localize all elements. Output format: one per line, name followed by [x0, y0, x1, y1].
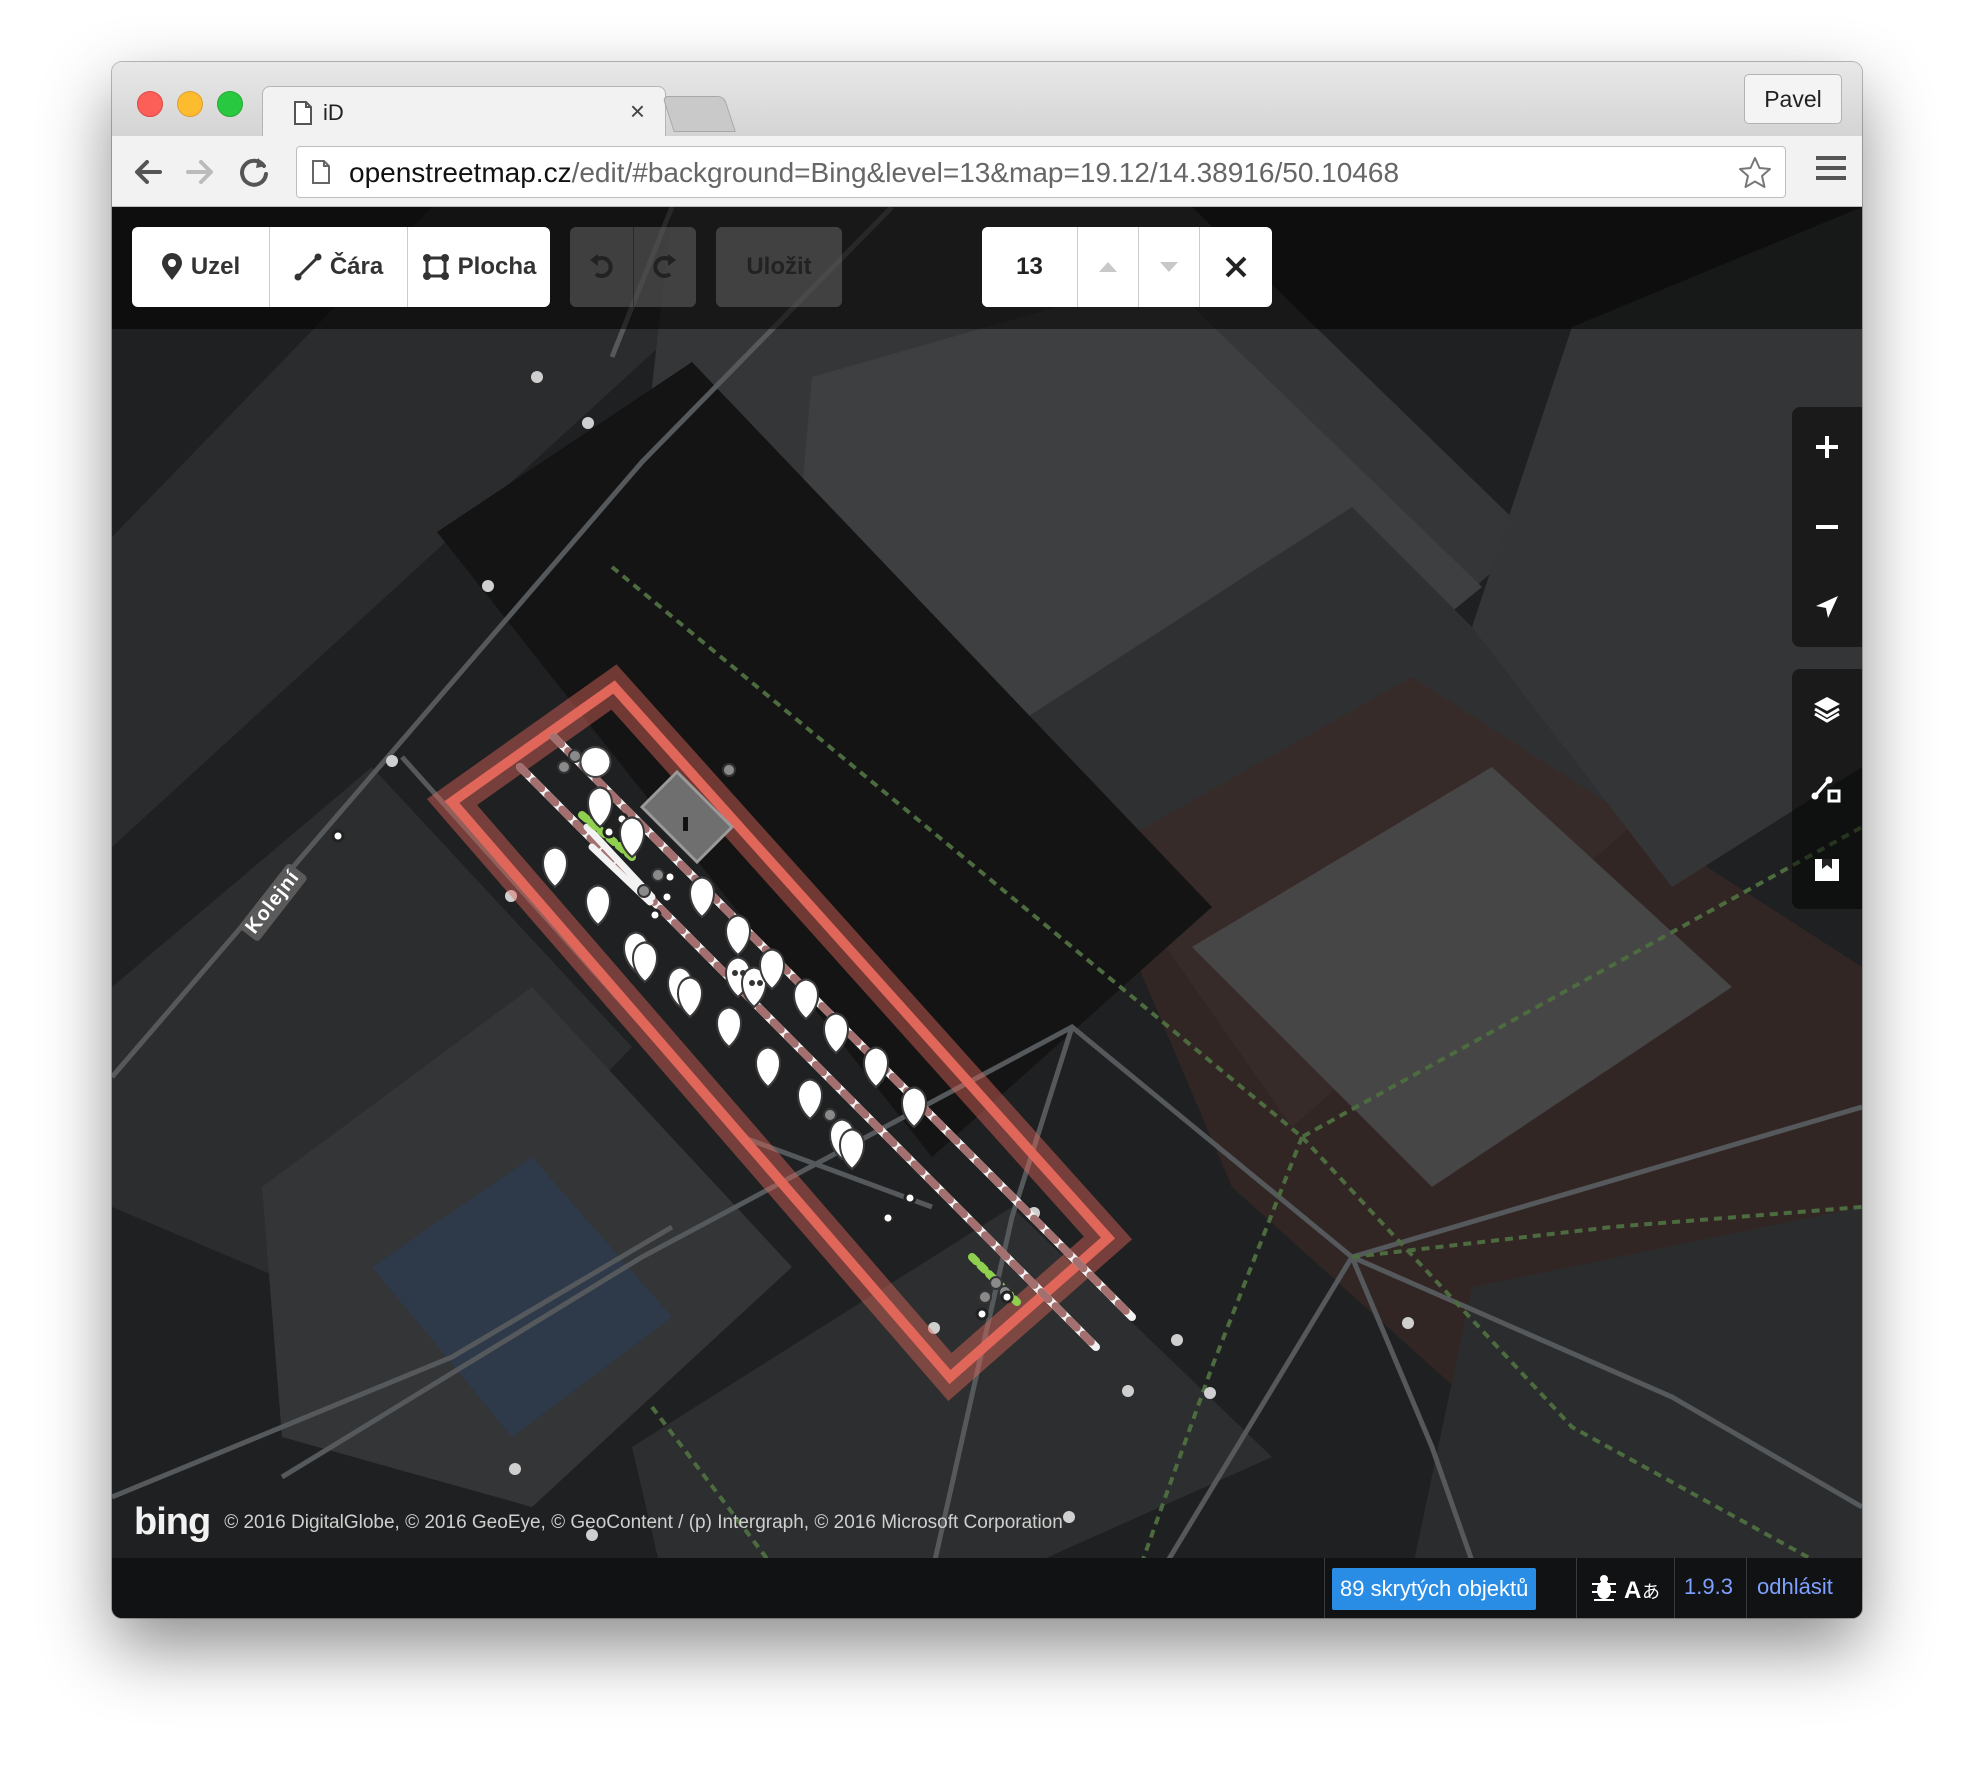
level-control [982, 227, 1272, 307]
zoom-in-button[interactable] [1792, 407, 1862, 487]
hamburger-menu-icon[interactable] [1816, 154, 1846, 182]
document-icon [294, 101, 312, 125]
layers-icon [1814, 697, 1840, 723]
tab-bar: iD × Pavel [112, 62, 1862, 138]
bug-icon[interactable] [1592, 1575, 1616, 1601]
tab-title: iD [323, 100, 344, 125]
back-arrow-icon[interactable] [128, 152, 168, 192]
footer-divider [1746, 1558, 1747, 1618]
geolocate-icon [1816, 596, 1838, 618]
level-input[interactable] [982, 227, 1078, 307]
svg-text:あ: あ [1642, 1582, 1660, 1603]
page-icon [312, 160, 330, 184]
zoom-out-button[interactable] [1792, 487, 1862, 567]
imagery-attribution: bing © 2016 DigitalGlobe, © 2016 GeoEye,… [134, 1501, 1063, 1544]
level-up-button[interactable] [1078, 227, 1139, 307]
zoom-in-icon [1816, 436, 1838, 458]
translate-icon[interactable]: A あ [1624, 1577, 1660, 1604]
help-icon [1815, 859, 1839, 881]
footer-icons: A あ [1592, 1575, 1660, 1604]
footer-divider [1324, 1558, 1325, 1618]
url-path: /edit/#background=Bing&level=13&map=19.1… [571, 157, 1400, 188]
map-canvas[interactable]: Uzel Čára Plocha Uložit 13 Kolejní bing … [112, 207, 1862, 1618]
profile-button[interactable]: Pavel [1744, 74, 1842, 124]
level-down-button[interactable] [1139, 227, 1200, 307]
svg-text:A: A [1624, 1577, 1641, 1604]
logout-link[interactable]: odhlásit [1757, 1574, 1833, 1600]
new-tab-button[interactable] [662, 96, 736, 132]
reload-icon[interactable] [234, 152, 274, 192]
star-icon[interactable] [1737, 155, 1773, 191]
area-icon [422, 254, 449, 280]
bing-logo: bing [134, 1501, 211, 1543]
browser-tab[interactable]: iD × [262, 86, 666, 138]
maximize-window-button[interactable] [217, 91, 243, 117]
background-layers-button[interactable] [1792, 669, 1862, 749]
map-data-button[interactable] [1792, 749, 1862, 829]
footer-divider [1674, 1558, 1675, 1618]
hidden-features-badge[interactable]: 89 skrytých objektů [1332, 1568, 1537, 1610]
add-area-button[interactable]: Plocha [408, 227, 550, 307]
help-button[interactable] [1792, 829, 1862, 909]
line-icon [294, 253, 322, 281]
undo-redo-buttons [570, 227, 696, 307]
map-data-icon [1811, 776, 1841, 803]
url-text: openstreetmap.cz/edit/#background=Bing&l… [349, 157, 1399, 189]
redo-icon [653, 254, 676, 278]
undo-button[interactable] [570, 227, 634, 307]
chevron-down-icon [1160, 262, 1178, 272]
map-panels-controls [1792, 669, 1862, 909]
add-line-label: Čára [329, 253, 384, 280]
add-line-button[interactable]: Čára [270, 227, 408, 307]
url-host: openstreetmap.cz [349, 157, 572, 188]
close-window-button[interactable] [137, 91, 163, 117]
address-bar[interactable]: openstreetmap.cz/edit/#background=Bing&l… [296, 146, 1786, 198]
close-tab-icon[interactable]: × [630, 98, 645, 124]
browser-toolbar: openstreetmap.cz/edit/#background=Bing&l… [112, 136, 1862, 207]
redo-button[interactable] [634, 227, 697, 307]
poi-pins [541, 786, 928, 1171]
point-marker-icon [161, 253, 182, 280]
editor-footer: 89 skrytých objektů A あ 1.9.3 odhlásit [112, 1558, 1862, 1618]
save-button[interactable]: Uložit [716, 227, 842, 307]
browser-window: iD × Pavel openstreetmap.cz/edit/#backgr… [112, 62, 1862, 1618]
add-point-label: Uzel [190, 253, 241, 280]
chevron-up-icon [1099, 262, 1117, 272]
undo-icon [590, 254, 613, 278]
close-icon [1225, 256, 1247, 278]
footer-divider [1576, 1558, 1577, 1618]
zoom-out-icon [1816, 525, 1838, 529]
forward-arrow-icon[interactable] [180, 152, 220, 192]
editor-top-bar: Uzel Čára Plocha Uložit 13 [112, 207, 1862, 329]
attribution-text: © 2016 DigitalGlobe, © 2016 GeoEye, © Ge… [224, 1511, 1063, 1533]
add-area-label: Plocha [457, 253, 537, 280]
zoom-controls [1792, 407, 1862, 647]
mode-buttons: Uzel Čára Plocha [132, 227, 550, 307]
geolocate-button[interactable] [1792, 567, 1862, 647]
level-close-button[interactable] [1200, 227, 1272, 307]
minimize-window-button[interactable] [177, 91, 203, 117]
add-point-button[interactable]: Uzel [132, 227, 270, 307]
version-link[interactable]: 1.9.3 [1684, 1574, 1733, 1600]
